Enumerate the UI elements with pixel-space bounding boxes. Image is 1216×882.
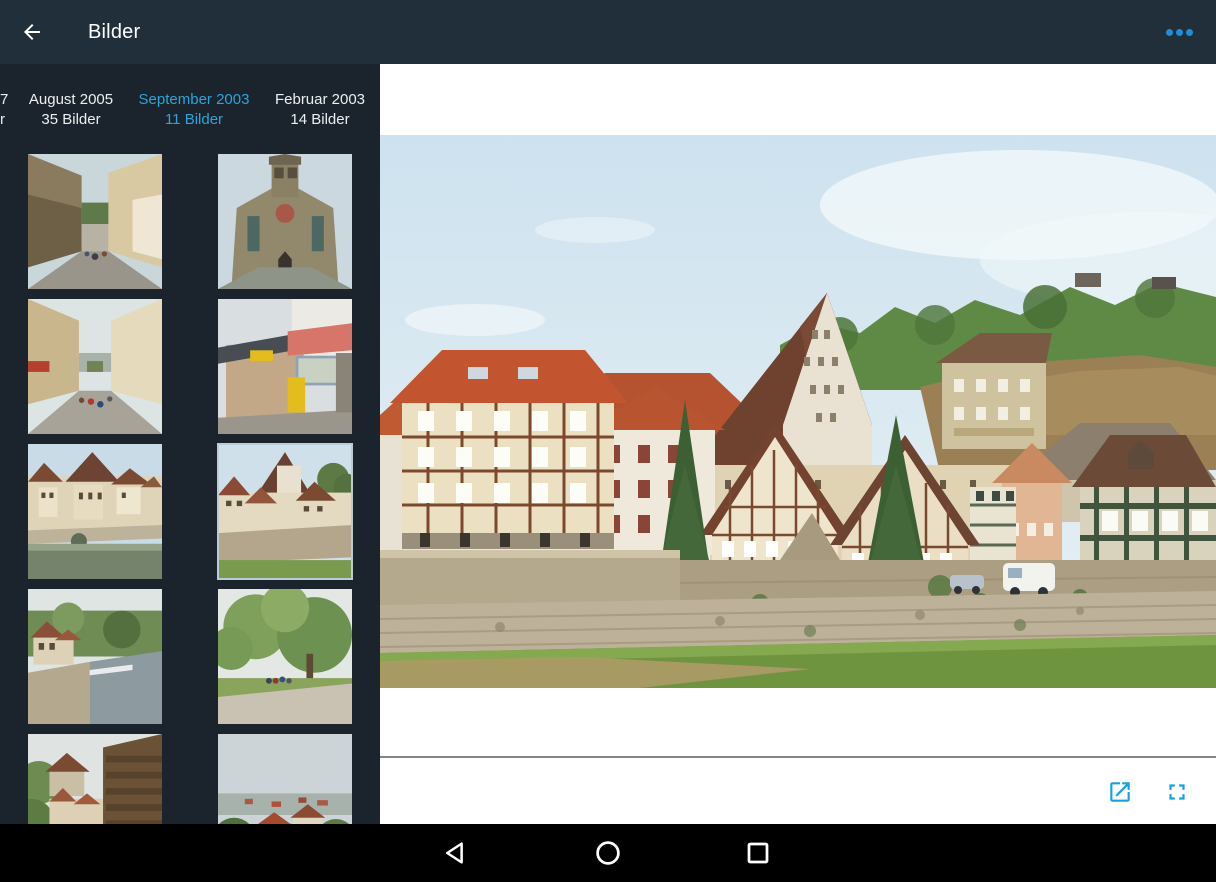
thumbnail-image [218,589,352,724]
thumbnail-river-weir[interactable] [28,589,162,724]
album-tab-label: Februar 2003 [264,90,376,110]
album-tab-august-2005[interactable]: August 2005 35 Bilder [24,90,118,130]
thumbnail-town-panorama[interactable] [218,734,352,824]
open-external-button[interactable] [1107,779,1133,805]
nav-recents-button[interactable] [743,838,773,868]
album-tab-clipped[interactable]: 7 r [0,90,14,130]
more-horizontal-icon [1166,29,1193,36]
thumbnail-shopping-street[interactable] [28,299,162,434]
thumbnail-park-trees[interactable] [218,589,352,724]
thumbnail-covered-bridge[interactable] [28,734,162,824]
fullscreen-icon [1164,779,1190,805]
back-triangle-icon [441,838,471,868]
main-photo-image [380,135,1216,688]
recents-square-icon [743,838,773,868]
open-in-new-icon [1107,779,1133,805]
thumbnail-image [28,444,162,579]
photo-viewer [380,64,1216,824]
thumbnail-image [28,734,162,824]
app-screen: Bilder [0,0,1216,882]
album-tab-label: September 2003 [126,90,262,110]
thumbnail-image [218,299,352,434]
album-tab-label: 7 [0,90,14,110]
fullscreen-button[interactable] [1164,779,1190,805]
album-tab-count: 11 Bilder [126,110,262,130]
android-navigation-bar [0,824,1216,882]
album-tab-september-2003[interactable]: September 2003 11 Bilder [126,90,262,130]
home-circle-icon [593,838,623,868]
back-button[interactable] [20,20,44,44]
album-tab-februar-2003[interactable]: Februar 2003 14 Bilder [264,90,376,130]
arrow-left-icon [20,20,44,44]
thumbnail-image [218,734,352,824]
thumbnail-church-facade[interactable] [218,154,352,289]
gallery-sidebar: 7 r August 2005 35 Bilder September 2003… [0,64,380,824]
main-photo[interactable] [380,135,1216,688]
thumbnail-town-wall[interactable] [218,444,352,579]
album-tab-count: 14 Bilder [264,110,376,130]
album-tab-count: 35 Bilder [24,110,118,130]
top-app-bar: Bilder [0,0,1216,64]
album-tabs: 7 r August 2005 35 Bilder September 2003… [0,64,380,154]
nav-back-button[interactable] [441,838,471,868]
thumbnail-image [28,154,162,289]
viewer-divider [380,756,1216,758]
thumbnail-image [218,444,352,579]
thumbnail-image [28,589,162,724]
thumbnail-kiosk[interactable] [218,299,352,434]
thumbnail-street-old-town[interactable] [28,154,162,289]
thumbnail-river-houses[interactable] [28,444,162,579]
page-title: Bilder [88,21,140,44]
thumbnail-image [28,299,162,434]
nav-home-button[interactable] [593,838,623,868]
album-tab-label: August 2005 [24,90,118,110]
thumbnail-grid [0,154,380,824]
thumbnail-image [218,154,352,289]
album-tab-count: r [0,110,14,130]
overflow-menu-button[interactable] [1164,22,1194,42]
